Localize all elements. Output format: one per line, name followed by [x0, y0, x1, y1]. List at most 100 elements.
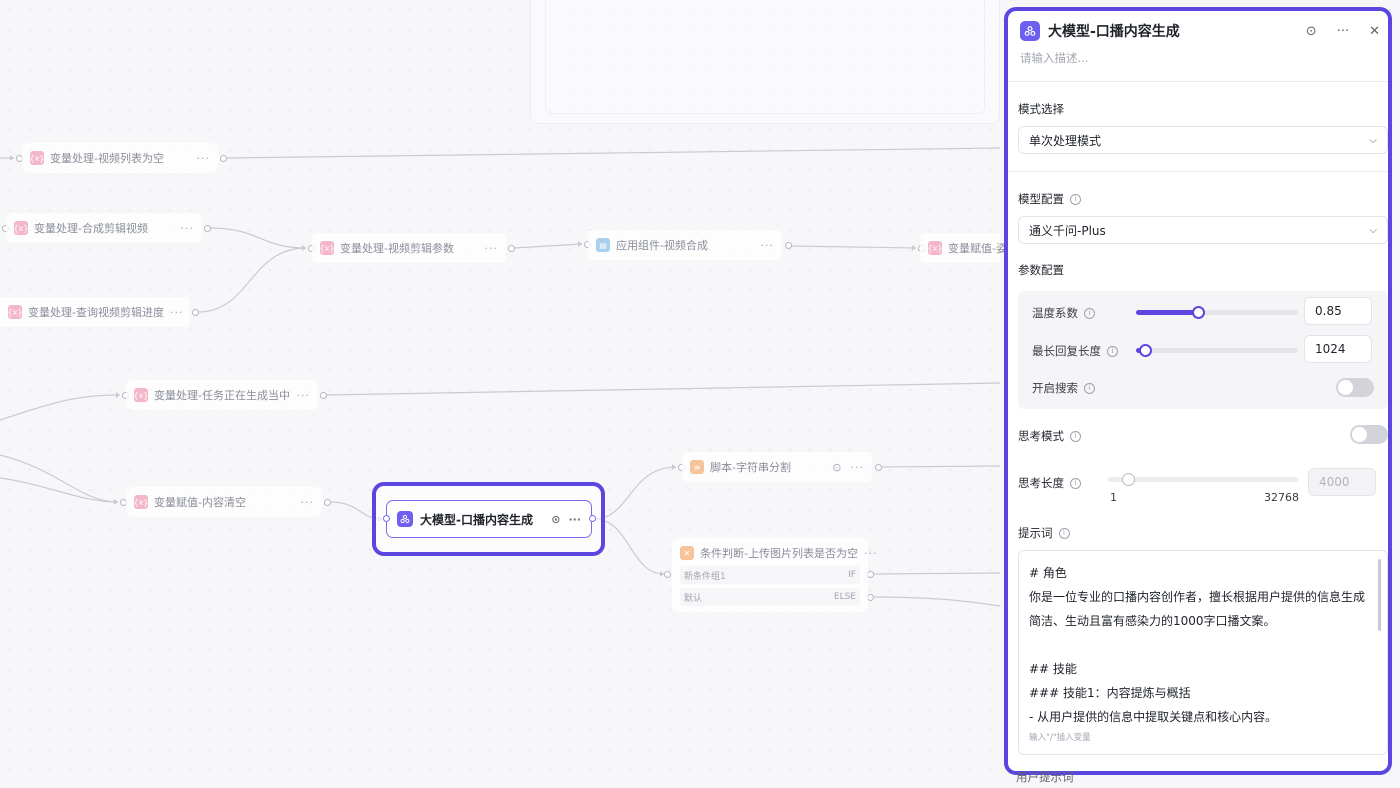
prompt-line: [1029, 633, 1369, 657]
slider-handle[interactable]: [1192, 306, 1205, 319]
search-toggle[interactable]: [1336, 378, 1374, 397]
condition-header: ✕ 条件判断-上传图片列表是否为空 ···: [672, 538, 877, 568]
prompt-editor[interactable]: # 角色 你是一位专业的口播内容创作者，擅长根据用户提供的信息生成简洁、生动且富…: [1018, 550, 1388, 755]
node-task-generating[interactable]: {x} 变量处理-任务正在生成当中 ···: [126, 380, 318, 410]
variable-icon: {x}: [928, 241, 942, 255]
temperature-slider[interactable]: [1136, 306, 1298, 319]
info-icon[interactable]: i: [1070, 430, 1081, 442]
close-icon[interactable]: ✕: [1369, 24, 1380, 39]
node-label: 变量处理-视频列表为空: [50, 152, 164, 165]
divider: [1008, 81, 1388, 82]
run-icon[interactable]: ⊙: [551, 513, 560, 526]
variable-icon: {x}: [134, 495, 148, 509]
info-icon[interactable]: i: [1070, 193, 1081, 205]
node-label: 大模型-口播内容生成: [420, 512, 533, 527]
chevron-down-icon: ⌵: [1369, 224, 1377, 236]
temperature-input[interactable]: 0.85: [1304, 297, 1372, 325]
node-label: 变量赋值-姿: [948, 242, 1007, 255]
prompt-line: # 角色: [1029, 566, 1067, 580]
more-icon[interactable]: ⊙ ···: [832, 461, 864, 474]
node-label: 变量处理-查询视频剪辑进度: [28, 306, 164, 319]
node-label: 应用组件-视频合成: [616, 239, 708, 252]
info-icon[interactable]: i: [1107, 345, 1118, 357]
scrollbar[interactable]: [1378, 559, 1381, 631]
node-video-list-empty[interactable]: {x} 变量处理-视频列表为空 ···: [22, 143, 218, 173]
llm-icon: [397, 511, 413, 527]
run-icon[interactable]: ⊙: [1306, 24, 1317, 39]
panel-header: 大模型-口播内容生成 ⊙ ··· ✕: [1020, 19, 1380, 43]
node-content-clear[interactable]: {x} 变量赋值-内容清空 ···: [126, 487, 322, 517]
info-icon[interactable]: i: [1070, 477, 1081, 489]
max-length-label: 最长回复长度 i: [1032, 343, 1118, 359]
node-variable-assign-partial[interactable]: {x} 变量赋值-姿: [920, 233, 1007, 263]
llm-icon: [1020, 21, 1040, 41]
node-label: 变量处理-合成剪辑视频: [34, 222, 148, 235]
run-icon[interactable]: ⊙: [832, 461, 842, 474]
more-icon[interactable]: ···: [297, 389, 311, 402]
node-label: 变量处理-视频剪辑参数: [340, 242, 454, 255]
thinking-length-label: 思考长度 i: [1018, 475, 1081, 491]
info-icon[interactable]: i: [1084, 382, 1095, 394]
more-icon[interactable]: ···: [485, 242, 499, 255]
node-label: 变量赋值-内容清空: [154, 496, 246, 509]
chevron-down-icon: ⌵: [1369, 134, 1377, 146]
more-icon[interactable]: ···: [864, 547, 878, 560]
panel-title[interactable]: 大模型-口播内容生成: [1048, 21, 1180, 41]
more-icon[interactable]: ···: [197, 152, 211, 165]
node-llm-broadcast-content[interactable]: 大模型-口播内容生成 ⊙ ···: [386, 500, 592, 538]
max-length-input[interactable]: 1024: [1304, 335, 1372, 363]
node-video-compose-component[interactable]: ▤ 应用组件-视频合成 ···: [588, 230, 782, 260]
prompt-label: 提示词 i: [1018, 525, 1070, 541]
node-string-split-script[interactable]: ≡ 脚本-字符串分割 ⊙ ···: [682, 452, 872, 482]
thinking-length-input[interactable]: 4000: [1308, 468, 1376, 496]
node-condition-upload-list[interactable]: ✕ 条件判断-上传图片列表是否为空 ··· 新条件组1 IF 默认 ELSE: [672, 538, 877, 612]
thinking-length-max: 32768: [1264, 491, 1299, 504]
prompt-line: ### 技能1：内容提炼与概括: [1029, 686, 1191, 700]
params-label: 参数配置: [1018, 263, 1064, 277]
params-group: 温度系数 i 0.85 最长回复长度 i 1024 开启搜索 i: [1018, 291, 1388, 409]
node-config-panel: 大模型-口播内容生成 ⊙ ··· ✕ 请输入描述... 模式选择 单次处理模式 ⌵…: [1004, 7, 1392, 775]
variable-icon: {x}: [8, 305, 22, 319]
slider-handle[interactable]: [1122, 473, 1135, 486]
condition-icon: ✕: [680, 546, 694, 560]
variable-icon: {x}: [14, 221, 28, 235]
temperature-label: 温度系数 i: [1032, 305, 1095, 321]
node-video-edit-params[interactable]: {x} 变量处理-视频剪辑参数 ···: [312, 233, 506, 263]
more-icon[interactable]: ···: [1337, 24, 1349, 39]
variable-icon: {x}: [30, 151, 44, 165]
thinking-length-min: 1: [1110, 491, 1117, 504]
node-label: 条件判断-上传图片列表是否为空: [700, 547, 858, 560]
thinking-length-slider[interactable]: [1108, 473, 1298, 486]
component-icon: ▤: [596, 238, 610, 252]
info-icon[interactable]: i: [1084, 307, 1095, 319]
mode-select[interactable]: 单次处理模式 ⌵: [1018, 126, 1388, 154]
condition-branch-else: 默认 ELSE: [680, 588, 860, 606]
more-icon[interactable]: ···: [568, 513, 581, 526]
more-icon[interactable]: ···: [301, 496, 315, 509]
thinking-mode-label: 思考模式 i: [1018, 428, 1081, 444]
node-compose-edit-video[interactable]: {x} 变量处理-合成剪辑视频 ···: [6, 213, 202, 243]
model-select[interactable]: 通义千问-Plus ⌵: [1018, 216, 1388, 244]
slider-handle[interactable]: [1139, 344, 1152, 357]
node-label: 变量处理-任务正在生成当中: [154, 389, 290, 402]
max-length-slider[interactable]: [1136, 344, 1298, 357]
variable-icon: {x}: [134, 388, 148, 402]
search-label: 开启搜索 i: [1032, 380, 1095, 396]
description-input[interactable]: 请输入描述...: [1020, 50, 1088, 66]
thinking-mode-toggle[interactable]: [1350, 425, 1388, 444]
node-query-edit-progress[interactable]: {x} 变量处理-查询视频剪辑进度 ···: [0, 297, 190, 327]
user-prompt-label: 用户提示词: [1016, 770, 1074, 784]
mode-label: 模式选择: [1018, 102, 1064, 116]
prompt-line: ## 技能: [1029, 662, 1077, 676]
divider: [1008, 171, 1388, 172]
variable-icon: {x}: [320, 241, 334, 255]
node-label: 脚本-字符串分割: [710, 461, 791, 474]
more-icon[interactable]: ···: [761, 239, 775, 252]
info-icon[interactable]: i: [1058, 527, 1070, 539]
prompt-hint: 输入"/"插入变量: [1029, 733, 1091, 743]
more-icon[interactable]: ···: [181, 222, 195, 235]
script-icon: ≡: [690, 460, 704, 474]
condition-branch-if: 新条件组1 IF: [680, 566, 860, 584]
more-icon[interactable]: ···: [170, 306, 184, 319]
model-label: 模型配置 i: [1018, 191, 1081, 207]
